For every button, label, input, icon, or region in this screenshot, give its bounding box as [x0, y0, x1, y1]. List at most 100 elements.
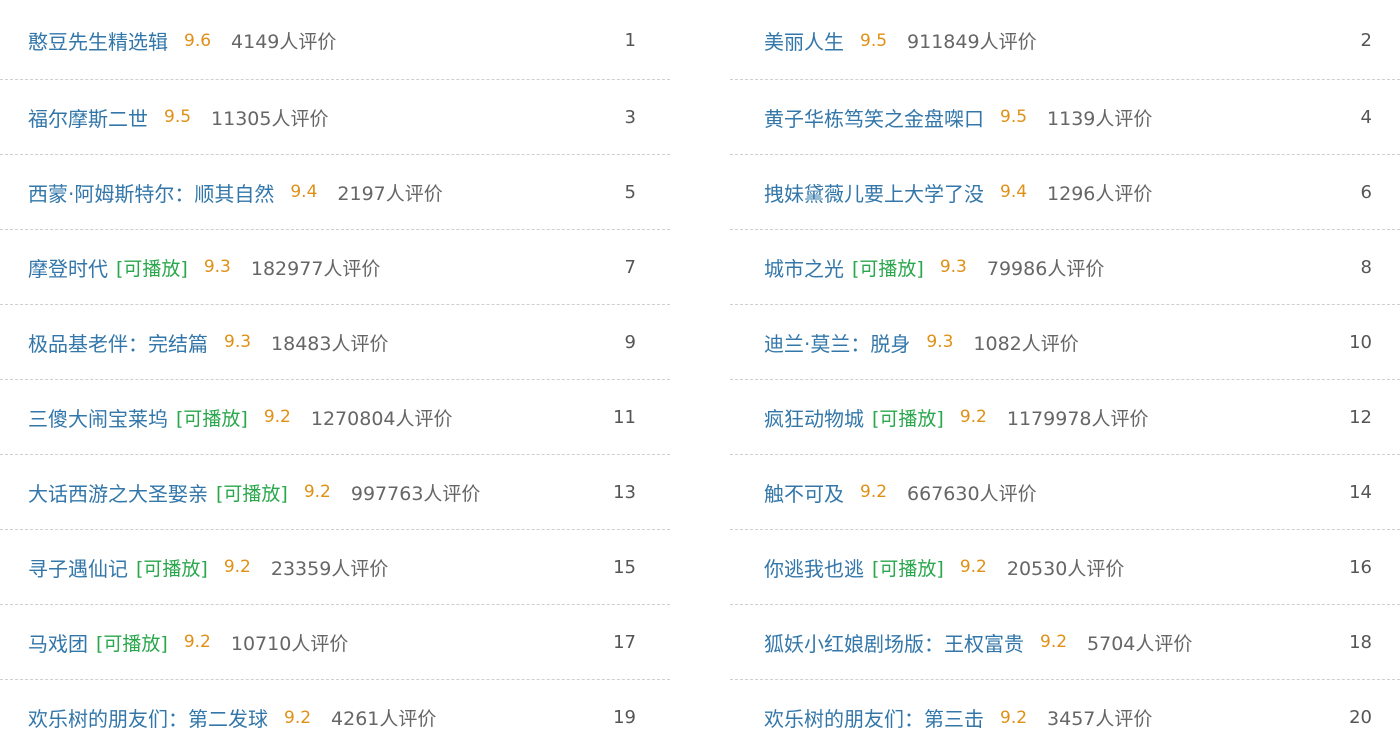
movie-title-link[interactable]: 三傻大闹宝莱坞 [28, 403, 168, 432]
list-item: 憨豆先生精选辑 9.6 4149人评价 1 [0, 0, 670, 80]
movie-title-link[interactable]: 美丽人生 [764, 26, 844, 55]
rank-number: 16 [1349, 556, 1372, 578]
movie-score: 9.4 [1000, 182, 1028, 202]
movie-score: 9.4 [290, 182, 318, 202]
list-item: 城市之光 [可播放] 9.3 79986人评价 8 [730, 230, 1400, 305]
rating-count: 2197人评价 [337, 182, 443, 205]
playable-link[interactable]: [可播放] [176, 404, 248, 431]
movie-score: 9.5 [164, 107, 192, 127]
list-item: 西蒙·阿姆斯特尔：顺其自然 9.4 2197人评价 5 [0, 155, 670, 230]
list-item: 摩登时代 [可播放] 9.3 182977人评价 7 [0, 230, 670, 305]
rank-number: 1 [624, 30, 636, 51]
ranking-column-left: 憨豆先生精选辑 9.6 4149人评价 1 福尔摩斯二世 9.5 11305人评… [0, 0, 670, 755]
rating-count: 1296人评价 [1047, 182, 1153, 205]
rating-count: 3457人评价 [1047, 708, 1153, 730]
rank-number: 12 [1349, 406, 1372, 428]
rating-count: 10710人评价 [230, 632, 349, 655]
rank-number: 8 [1360, 256, 1372, 278]
movie-score: 9.3 [203, 257, 231, 277]
playable-link[interactable]: [可播放] [116, 254, 188, 281]
movie-title-link[interactable]: 摩登时代 [28, 253, 108, 282]
movie-score: 9.2 [959, 407, 987, 427]
rating-count: 20530人评价 [1006, 557, 1125, 580]
movie-score: 9.6 [184, 30, 212, 51]
playable-link[interactable]: [可播放] [136, 554, 208, 581]
list-item: 你逃我也逃 [可播放] 9.2 20530人评价 16 [730, 530, 1400, 605]
playable-link[interactable]: [可播放] [852, 254, 924, 281]
movie-score: 9.3 [926, 332, 954, 352]
movie-score: 9.2 [263, 407, 291, 427]
movie-title-link[interactable]: 马戏团 [28, 628, 88, 657]
list-item: 美丽人生 9.5 911849人评价 2 [730, 0, 1400, 80]
movie-title-link[interactable]: 欢乐树的朋友们：第二发球 [28, 703, 268, 732]
movie-title-link[interactable]: 大话西游之大圣娶亲 [28, 478, 208, 507]
rank-number: 3 [624, 106, 636, 128]
list-item: 拽妹黛薇儿要上大学了没 9.4 1296人评价 6 [730, 155, 1400, 230]
rank-number: 20 [1349, 707, 1372, 728]
movie-title-link[interactable]: 欢乐树的朋友们：第三击 [764, 703, 984, 732]
rating-count: 182977人评价 [250, 257, 381, 280]
list-item: 迪兰·莫兰：脱身 9.3 1082人评价 10 [730, 305, 1400, 380]
movie-title-link[interactable]: 迪兰·莫兰：脱身 [764, 328, 910, 357]
movie-title-link[interactable]: 触不可及 [764, 478, 844, 507]
movie-score: 9.2 [860, 482, 888, 502]
list-item: 黄子华栋笃笑之金盘㗎口 9.5 1139人评价 4 [730, 80, 1400, 155]
movie-title-link[interactable]: 你逃我也逃 [764, 553, 864, 582]
rank-number: 5 [624, 181, 636, 203]
movie-score: 9.2 [284, 707, 312, 728]
playable-link[interactable]: [可播放] [96, 629, 168, 656]
movie-title-link[interactable]: 西蒙·阿姆斯特尔：顺其自然 [28, 178, 274, 207]
movie-title-link[interactable]: 城市之光 [764, 253, 844, 282]
rank-number: 15 [613, 556, 636, 578]
movie-title-link[interactable]: 憨豆先生精选辑 [28, 26, 168, 55]
rank-number: 11 [613, 406, 636, 428]
rank-number: 19 [613, 707, 636, 728]
movie-title-link[interactable]: 狐妖小红娘剧场版：王权富贵 [764, 628, 1024, 657]
rating-count: 23359人评价 [270, 557, 389, 580]
list-item: 寻子遇仙记 [可播放] 9.2 23359人评价 15 [0, 530, 670, 605]
rating-count: 1139人评价 [1047, 107, 1153, 130]
movie-score: 9.3 [224, 332, 252, 352]
rating-count: 667630人评价 [907, 482, 1037, 505]
list-item: 触不可及 9.2 667630人评价 14 [730, 455, 1400, 530]
movie-score: 9.2 [959, 557, 987, 577]
playable-link[interactable]: [可播放] [216, 479, 288, 506]
list-item: 欢乐树的朋友们：第三击 9.2 3457人评价 20 [730, 680, 1400, 755]
movie-title-link[interactable]: 福尔摩斯二世 [28, 103, 148, 132]
movie-score: 9.2 [1000, 707, 1028, 728]
movie-title-link[interactable]: 黄子华栋笃笑之金盘㗎口 [764, 103, 984, 132]
movie-ranking-list: 憨豆先生精选辑 9.6 4149人评价 1 福尔摩斯二世 9.5 11305人评… [0, 0, 1400, 755]
movie-score: 9.5 [860, 30, 888, 51]
movie-score: 9.2 [1040, 632, 1068, 652]
rank-number: 7 [624, 256, 636, 278]
playable-link[interactable]: [可播放] [872, 404, 944, 431]
rating-count: 5704人评价 [1087, 632, 1193, 655]
rating-count: 11305人评价 [211, 107, 329, 130]
rating-count: 911849人评价 [907, 31, 1037, 53]
rank-number: 4 [1360, 106, 1372, 128]
movie-title-link[interactable]: 疯狂动物城 [764, 403, 864, 432]
rank-number: 17 [613, 631, 636, 653]
ranking-column-right: 美丽人生 9.5 911849人评价 2 黄子华栋笃笑之金盘㗎口 9.5 113… [730, 0, 1400, 755]
list-item: 三傻大闹宝莱坞 [可播放] 9.2 1270804人评价 11 [0, 380, 670, 455]
list-item: 马戏团 [可播放] 9.2 10710人评价 17 [0, 605, 670, 680]
movie-score: 9.2 [183, 632, 211, 652]
playable-link[interactable]: [可播放] [872, 554, 944, 581]
list-item: 福尔摩斯二世 9.5 11305人评价 3 [0, 80, 670, 155]
list-item: 狐妖小红娘剧场版：王权富贵 9.2 5704人评价 18 [730, 605, 1400, 680]
rank-number: 6 [1360, 181, 1372, 203]
rating-count: 1179978人评价 [1006, 407, 1149, 430]
rating-count: 1270804人评价 [310, 407, 453, 430]
rating-count: 1082人评价 [973, 332, 1079, 355]
list-item: 极品基老伴：完结篇 9.3 18483人评价 9 [0, 305, 670, 380]
rating-count: 4149人评价 [231, 31, 337, 53]
rating-count: 79986人评价 [986, 257, 1105, 280]
movie-title-link[interactable]: 寻子遇仙记 [28, 553, 128, 582]
movie-score: 9.2 [223, 557, 251, 577]
movie-title-link[interactable]: 拽妹黛薇儿要上大学了没 [764, 178, 984, 207]
rank-number: 18 [1349, 631, 1372, 653]
rank-number: 13 [613, 481, 636, 503]
movie-title-link[interactable]: 极品基老伴：完结篇 [28, 328, 208, 357]
list-item: 大话西游之大圣娶亲 [可播放] 9.2 997763人评价 13 [0, 455, 670, 530]
movie-score: 9.2 [303, 482, 331, 502]
